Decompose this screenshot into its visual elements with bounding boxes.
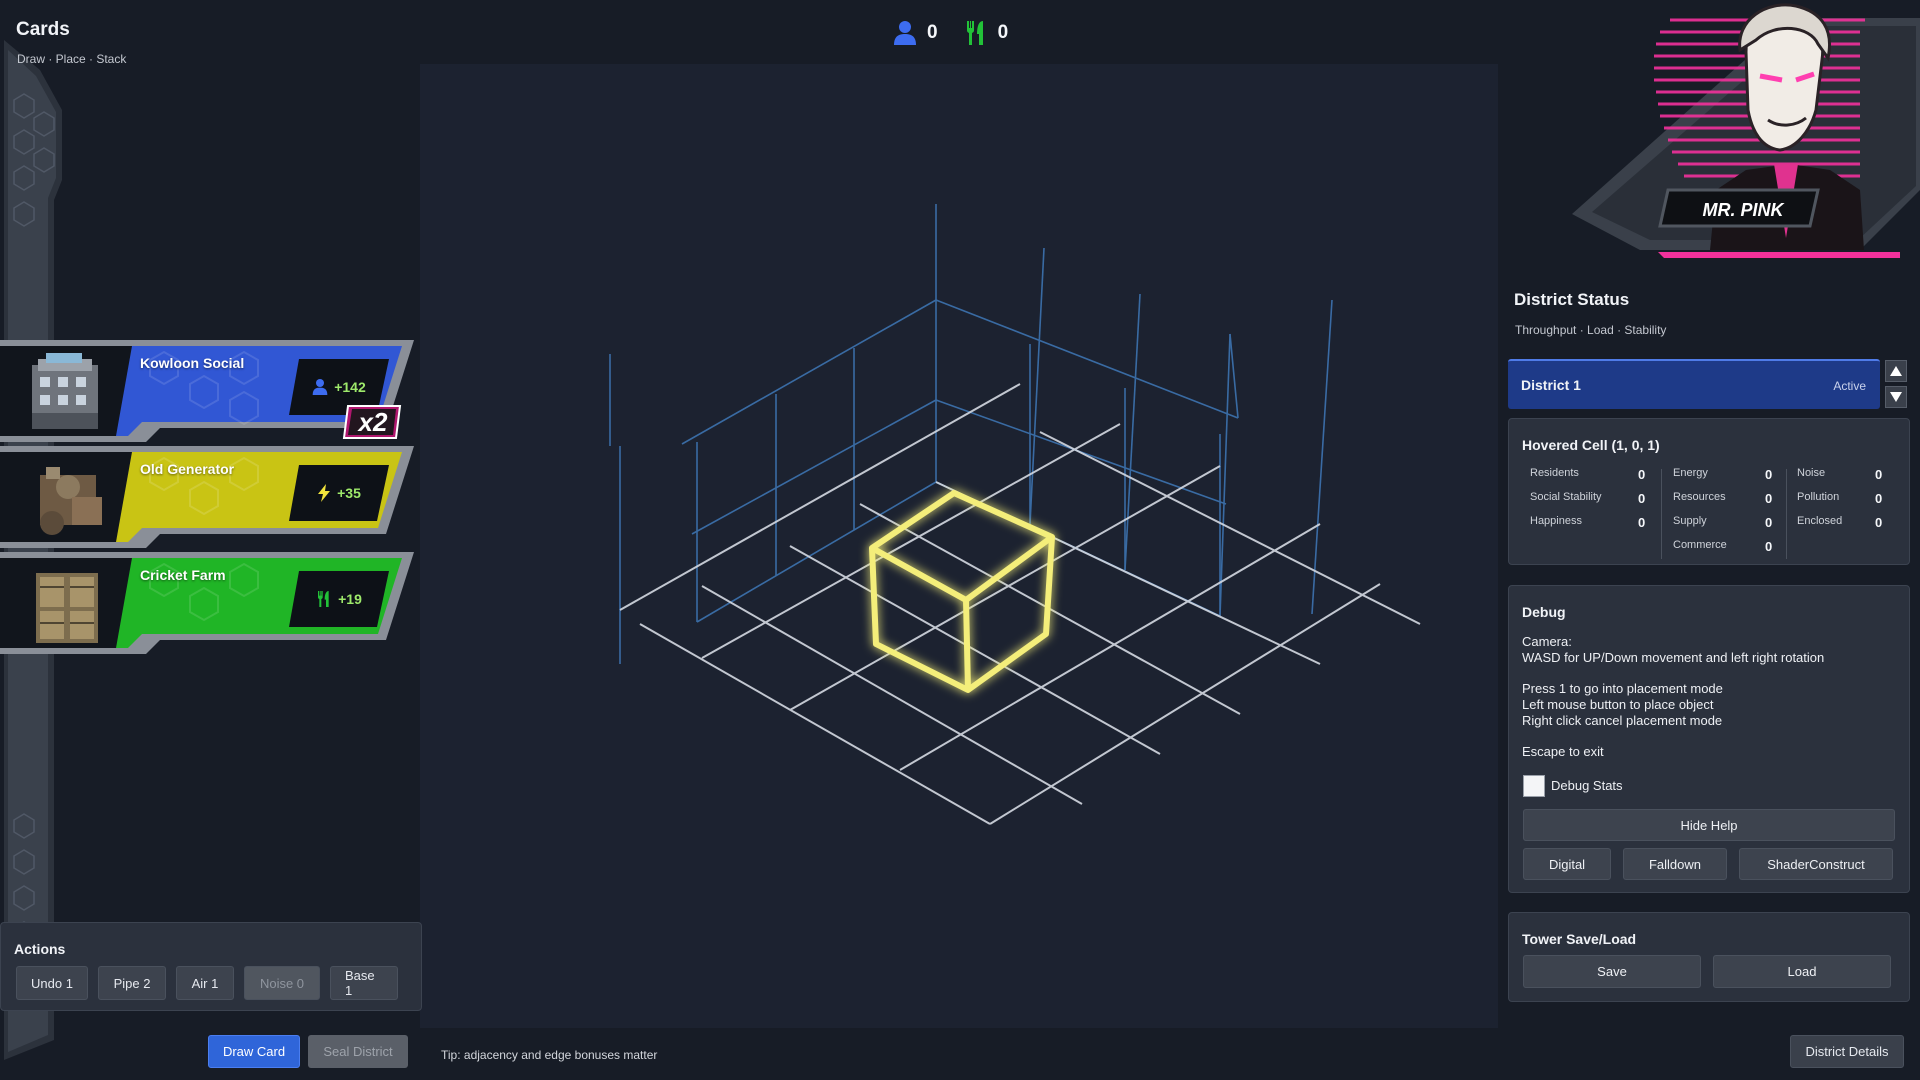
scroll-down-button[interactable]: [1885, 386, 1907, 408]
card-cricket-farm[interactable]: Cricket Farm +19: [0, 552, 420, 654]
stat-enclosed: Enclosed 0: [1797, 515, 1883, 530]
card-value-badge: +19: [289, 571, 389, 627]
hovered-cell-title: Hovered Cell (1, 0, 1): [1522, 437, 1660, 453]
top-resource-bar: 0 0: [893, 18, 1008, 48]
air-button[interactable]: Air 1: [176, 966, 234, 1000]
hovered-cell-panel: Hovered Cell (1, 0, 1) Residents 0 Social…: [1508, 418, 1910, 565]
stat-noise: Noise 0: [1797, 467, 1883, 482]
save-button[interactable]: Save: [1523, 955, 1701, 988]
help-line: Camera:: [1522, 634, 1572, 649]
card-building-thumbnail: [36, 573, 98, 643]
stack-multiplier-text: x2: [358, 406, 388, 437]
card-building-thumbnail: [32, 353, 98, 429]
falldown-mode-button[interactable]: Falldown: [1623, 848, 1727, 880]
help-line: Press 1 to go into placement mode: [1522, 681, 1723, 696]
district-details-button[interactable]: District Details: [1790, 1035, 1904, 1068]
digital-mode-button[interactable]: Digital: [1523, 848, 1611, 880]
bolt-icon: [318, 484, 331, 502]
stat-supply: Supply 0: [1673, 515, 1773, 530]
noise-button[interactable]: Noise 0: [244, 966, 320, 1000]
triangle-down-icon: [1890, 392, 1902, 402]
district-name: District 1: [1521, 377, 1581, 393]
card-name: Old Generator: [140, 461, 235, 477]
hide-help-button[interactable]: Hide Help: [1523, 809, 1895, 841]
help-line: Escape to exit: [1522, 744, 1604, 759]
help-line: Left mouse button to place object: [1522, 697, 1714, 712]
card-value: +19: [338, 591, 362, 607]
card-value-badge: +35: [289, 465, 389, 521]
shaderconstruct-mode-button[interactable]: ShaderConstruct: [1739, 848, 1893, 880]
food-count: 0: [997, 22, 1009, 43]
person-icon: [894, 21, 916, 45]
actions-panel: Actions Undo 1 Pipe 2 Air 1 Noise 0 Base…: [0, 922, 422, 1011]
residents-stat: 0: [893, 20, 938, 46]
cards-title: Cards: [16, 19, 70, 40]
card-value: +142: [334, 379, 366, 395]
stat-pollution: Pollution 0: [1797, 491, 1883, 506]
advisor-portrait: MR. PINK: [1572, 3, 1920, 258]
debug-panel: Debug Camera: WASD for UP/Down movement …: [1508, 585, 1910, 893]
fork-knife-icon: [318, 591, 329, 607]
column-divider: [1661, 469, 1662, 559]
food-stat: 0: [964, 20, 1009, 46]
tip-text: Tip: adjacency and edge bonuses matter: [441, 1048, 658, 1062]
help-line: Right click cancel placement mode: [1522, 713, 1723, 728]
stat-happiness: Happiness 0: [1530, 515, 1646, 530]
card-name: Cricket Farm: [140, 567, 226, 583]
district-selector[interactable]: District 1 Active: [1508, 359, 1880, 409]
stat-resources: Resources 0: [1673, 491, 1773, 506]
card-old-generator[interactable]: Old Generator +35: [0, 446, 420, 548]
card-name: Kowloon Social: [140, 355, 245, 371]
seal-district-button[interactable]: Seal District: [308, 1035, 408, 1068]
card-value: +35: [337, 485, 361, 501]
district-status-title: District Status: [1514, 290, 1630, 309]
game-viewport[interactable]: [420, 64, 1498, 1028]
district-state: Active: [1833, 379, 1866, 393]
person-icon: [312, 379, 328, 395]
pipe-button[interactable]: Pipe 2: [98, 966, 166, 1000]
actions-title: Actions: [14, 941, 66, 957]
undo-button[interactable]: Undo 1: [16, 966, 88, 1000]
debug-stats-checkbox[interactable]: [1523, 775, 1545, 797]
save-load-title: Tower Save/Load: [1522, 931, 1637, 947]
fork-knife-icon: [966, 21, 983, 45]
advisor-name: MR. PINK: [1703, 200, 1786, 220]
debug-stats-label: Debug Stats: [1551, 778, 1623, 793]
cards-subtitle: Draw · Place · Stack: [17, 52, 127, 66]
residents-count: 0: [927, 22, 938, 43]
stat-residents: Residents 0: [1530, 467, 1646, 482]
left-rail-decoration: [4, 40, 62, 1060]
card-building-thumbnail: [40, 467, 102, 535]
triangle-up-icon: [1890, 366, 1902, 376]
base-button[interactable]: Base 1: [330, 966, 398, 1000]
district-status-subtitle: Throughput · Load · Stability: [1515, 323, 1667, 337]
tower-save-load-panel: Tower Save/Load Save Load: [1508, 912, 1910, 1002]
stat-energy: Energy 0: [1673, 467, 1773, 482]
stat-social-stability: Social Stability 0: [1530, 491, 1646, 506]
help-line: WASD for UP/Down movement and left right…: [1522, 650, 1825, 665]
scroll-up-button[interactable]: [1885, 360, 1907, 382]
stat-commerce: Commerce 0: [1673, 539, 1773, 554]
column-divider: [1786, 469, 1787, 559]
isometric-grid: [609, 204, 1421, 825]
load-button[interactable]: Load: [1713, 955, 1891, 988]
draw-card-button[interactable]: Draw Card: [208, 1035, 300, 1068]
debug-title: Debug: [1522, 604, 1566, 620]
